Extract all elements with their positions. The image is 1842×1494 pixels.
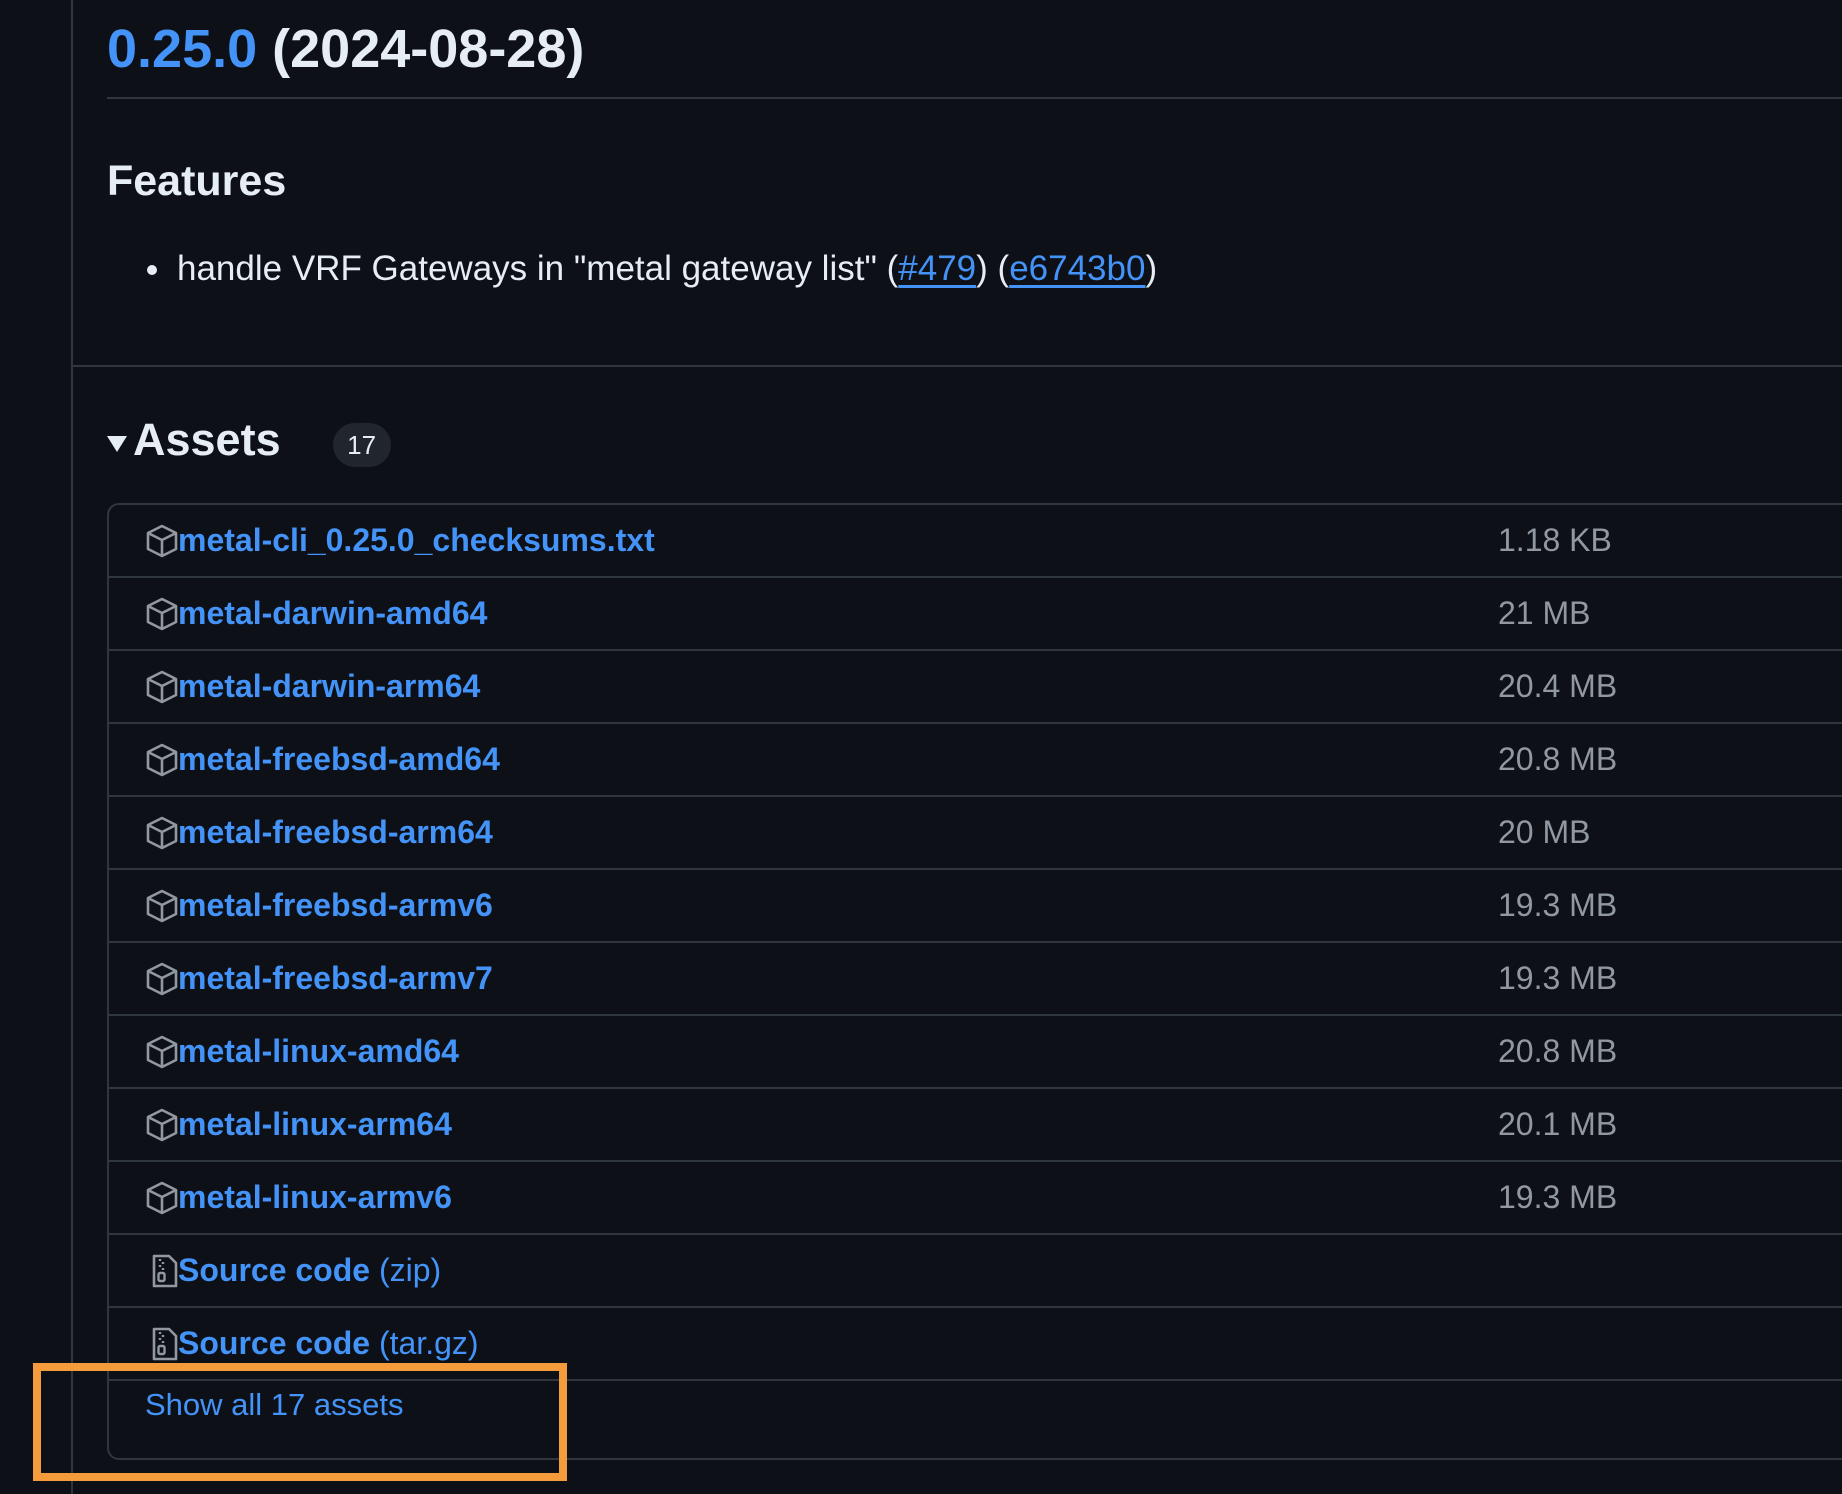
triangle-down-icon — [107, 436, 127, 452]
asset-link[interactable]: metal-freebsd-arm64 — [178, 810, 493, 854]
asset-row: metal-freebsd-arm64 20 MB — [109, 797, 1842, 870]
asset-size: 19.3 MB — [1498, 887, 1618, 923]
asset-row: metal-linux-arm64 20.1 MB — [109, 1089, 1842, 1162]
features-heading: Features — [107, 157, 287, 205]
asset-size: 19.3 MB — [1498, 1179, 1618, 1215]
file-zip-icon — [152, 1254, 178, 1288]
asset-link[interactable]: metal-freebsd-armv7 — [178, 956, 493, 1000]
source-code-format: (zip) — [378, 1252, 442, 1288]
asset-size: 20.1 MB — [1498, 1106, 1618, 1142]
list-item: handle VRF Gateways in "metal gateway li… — [107, 243, 1157, 295]
asset-size: 1.18 KB — [1498, 522, 1612, 558]
package-icon — [146, 670, 178, 704]
bullet-icon — [147, 265, 157, 275]
asset-link[interactable]: metal-linux-amd64 — [178, 1029, 459, 1073]
package-icon — [146, 1181, 178, 1215]
package-icon — [146, 597, 178, 631]
assets-toggle[interactable]: Assets 17 — [107, 410, 391, 470]
package-icon — [146, 962, 178, 996]
package-icon — [146, 816, 178, 850]
asset-row: metal-freebsd-amd64 20.8 MB — [109, 724, 1842, 797]
commit-link[interactable]: e6743b0 — [1009, 249, 1145, 288]
source-code-label: Source code — [178, 1252, 371, 1288]
show-all-assets-link[interactable]: Show all 17 assets — [145, 1383, 403, 1427]
asset-link[interactable]: metal-freebsd-armv6 — [178, 883, 493, 927]
package-icon — [146, 743, 178, 777]
feature-text: handle VRF Gateways in "metal gateway li… — [177, 249, 899, 288]
assets-count-badge: 17 — [332, 423, 391, 467]
asset-size: 21 MB — [1498, 595, 1591, 631]
divider — [73, 365, 1842, 367]
package-icon — [146, 1035, 178, 1069]
file-zip-icon — [152, 1327, 178, 1361]
asset-link[interactable]: metal-cli_0.25.0_checksums.txt — [178, 518, 655, 562]
asset-size: 20.4 MB — [1498, 668, 1618, 704]
package-icon — [146, 889, 178, 923]
asset-row: metal-freebsd-armv6 19.3 MB — [109, 870, 1842, 943]
release-card: 0.25.0 (2024-08-28) Features handle VRF … — [73, 0, 1842, 1494]
release-version-link[interactable]: 0.25.0 — [107, 19, 257, 79]
assets-heading: Assets — [133, 414, 281, 465]
source-code-row: Source code (zip) — [109, 1235, 1842, 1308]
assets-list: metal-cli_0.25.0_checksums.txt 1.18 KB m… — [107, 503, 1842, 1460]
source-code-format: (tar.gz) — [378, 1325, 479, 1361]
asset-row: metal-linux-amd64 20.8 MB — [109, 1016, 1842, 1089]
asset-size: 20.8 MB — [1498, 1033, 1618, 1069]
asset-row: metal-linux-armv6 19.3 MB — [109, 1162, 1842, 1235]
source-code-row: Source code (tar.gz) — [109, 1308, 1842, 1381]
source-code-label: Source code — [178, 1325, 371, 1361]
divider — [107, 97, 1842, 99]
release-title: 0.25.0 (2024-08-28) — [107, 14, 584, 84]
asset-row: metal-freebsd-armv7 19.3 MB — [109, 943, 1842, 1016]
asset-size: 20.8 MB — [1498, 741, 1618, 777]
asset-row: metal-cli_0.25.0_checksums.txt 1.18 KB — [109, 505, 1842, 578]
asset-size: 20 MB — [1498, 814, 1591, 850]
feature-text-separator: ) ( — [976, 249, 1010, 288]
source-code-zip-link[interactable]: Source code (zip) — [178, 1248, 441, 1292]
asset-link[interactable]: metal-linux-arm64 — [178, 1102, 452, 1146]
asset-link[interactable]: metal-darwin-amd64 — [178, 591, 487, 635]
feature-list: handle VRF Gateways in "metal gateway li… — [107, 243, 1157, 295]
asset-row: metal-darwin-amd64 21 MB — [109, 578, 1842, 651]
package-icon — [146, 1108, 178, 1142]
asset-link[interactable]: metal-freebsd-amd64 — [178, 737, 500, 781]
pull-request-link[interactable]: #479 — [898, 249, 976, 288]
source-code-targz-link[interactable]: Source code (tar.gz) — [178, 1321, 479, 1365]
asset-size: 19.3 MB — [1498, 960, 1618, 996]
asset-link[interactable]: metal-darwin-arm64 — [178, 664, 480, 708]
asset-row: metal-darwin-arm64 20.4 MB — [109, 651, 1842, 724]
asset-link[interactable]: metal-linux-armv6 — [178, 1175, 452, 1219]
release-date: (2024-08-28) — [272, 19, 585, 79]
feature-text-end: ) — [1145, 249, 1158, 288]
package-icon — [146, 524, 178, 558]
